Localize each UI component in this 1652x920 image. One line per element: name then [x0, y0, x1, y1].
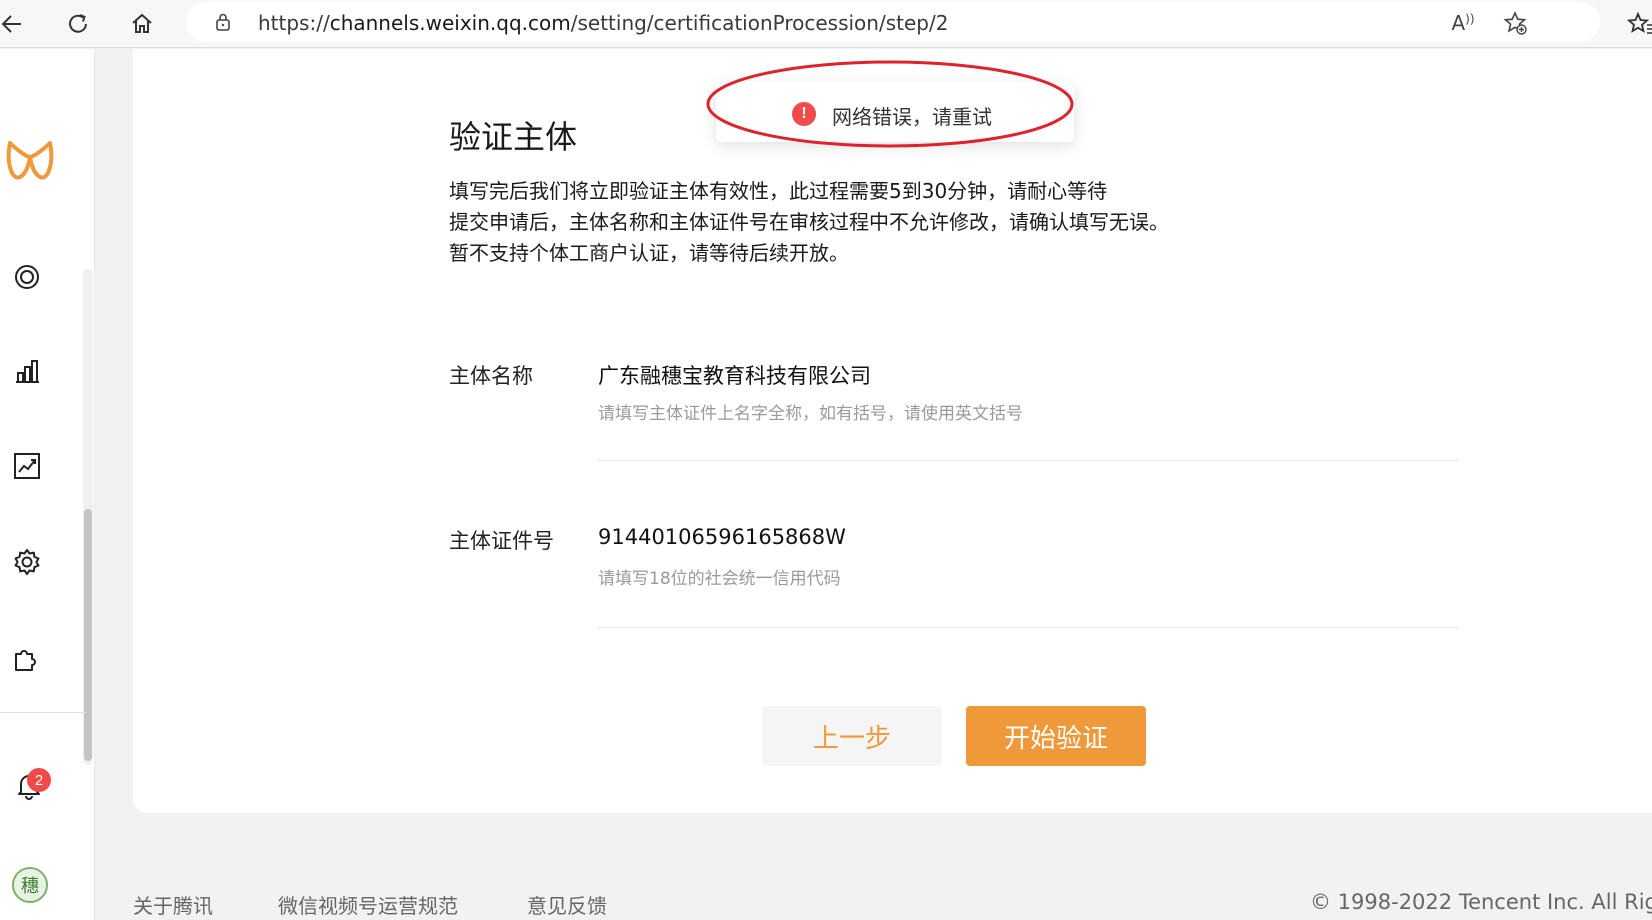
description-line-1: 填写完后我们将立即验证主体有效性，此过程需要5到30分钟，请耐心等待	[449, 179, 1108, 203]
favorites-icon[interactable]	[1622, 6, 1652, 42]
plugin-puzzle-icon[interactable]	[10, 641, 44, 675]
entity-id-field[interactable]: 91440106596165868W	[598, 525, 846, 549]
start-verification-button[interactable]: 开始验证	[966, 706, 1146, 766]
refresh-icon[interactable]	[60, 6, 96, 42]
left-sidebar: 2 穗	[0, 49, 95, 920]
home-circle-icon[interactable]	[10, 260, 44, 294]
entity-name-label: 主体名称	[449, 364, 533, 388]
footer-link-feedback[interactable]: 意见反馈	[527, 890, 607, 919]
entity-name-underline	[598, 460, 1458, 461]
entity-id-underline	[598, 627, 1458, 628]
read-aloud-icon[interactable]: A))	[1450, 10, 1476, 36]
lock-icon[interactable]	[212, 11, 234, 33]
back-icon[interactable]	[0, 6, 30, 42]
add-favorite-icon[interactable]	[1502, 10, 1528, 36]
footer-link-about[interactable]: 关于腾讯	[133, 890, 213, 919]
address-bar[interactable]: https://channels.weixin.qq.com/setting/c…	[186, 2, 1600, 42]
entity-name-hint: 请填写主体证件上名字全称，如有括号，请使用英文括号	[598, 404, 1023, 424]
description-line-2: 提交申请后，主体名称和主体证件号在审核过程中不允许修改，请确认填写无误。	[449, 210, 1169, 234]
main-card	[133, 49, 1652, 813]
previous-step-button[interactable]: 上一步	[762, 706, 942, 766]
channels-logo-icon[interactable]	[4, 133, 56, 189]
avatar[interactable]: 穗	[12, 867, 48, 903]
notification-badge: 2	[27, 768, 51, 792]
trend-chart-icon[interactable]	[10, 449, 44, 483]
settings-gear-icon[interactable]	[10, 545, 44, 579]
entity-name-field[interactable]: 广东融穗宝教育科技有限公司	[598, 360, 871, 390]
page-title: 验证主体	[449, 118, 578, 156]
red-annotation-ellipse	[706, 60, 1074, 148]
entity-id-label: 主体证件号	[449, 529, 554, 553]
browser-toolbar: https://channels.weixin.qq.com/setting/c…	[0, 0, 1652, 48]
url-text[interactable]: https://channels.weixin.qq.com/setting/c…	[258, 11, 948, 35]
footer-link-rules[interactable]: 微信视频号运营规范	[278, 890, 458, 919]
entity-id-hint: 请填写18位的社会统一信用代码	[598, 569, 841, 589]
home-icon[interactable]	[124, 6, 160, 42]
copyright-text: © 1998-2022 Tencent Inc. All Righ	[1310, 890, 1652, 914]
bar-chart-icon[interactable]	[10, 354, 44, 388]
sidebar-divider	[0, 712, 86, 713]
description-line-3: 暂不支持个体工商户认证，请等待后续开放。	[449, 241, 849, 265]
sidebar-scrollbar-thumb[interactable]	[84, 509, 92, 761]
